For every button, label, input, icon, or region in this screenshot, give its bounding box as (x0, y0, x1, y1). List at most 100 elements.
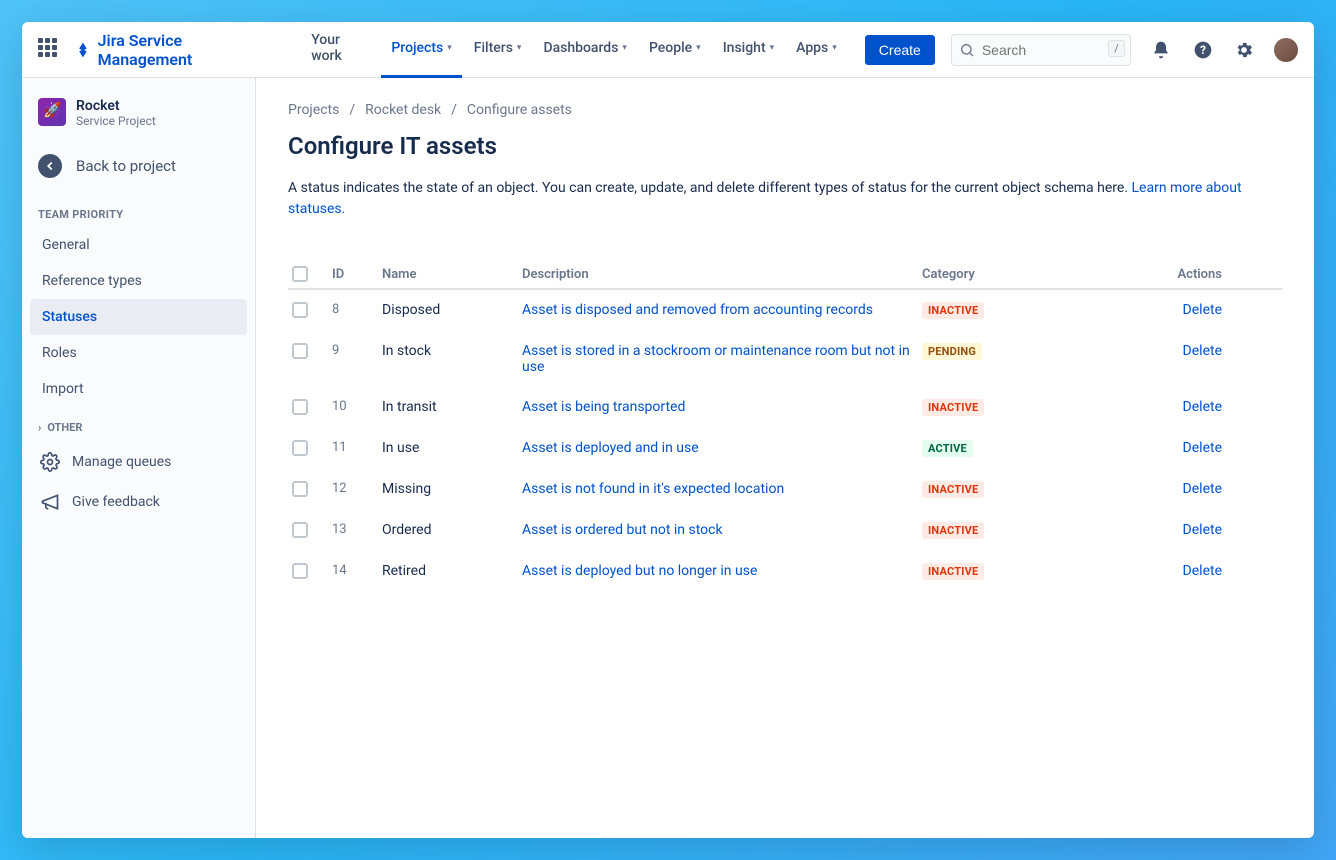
sidebar-item-import[interactable]: Import (30, 371, 247, 407)
cell-description[interactable]: Asset is ordered but not in stock (522, 522, 922, 538)
cell-id: 11 (332, 440, 382, 455)
avatar[interactable] (1274, 38, 1298, 62)
page-description: A status indicates the state of an objec… (288, 178, 1282, 220)
help-icon[interactable]: ? (1191, 38, 1215, 62)
breadcrumb-item[interactable]: Configure assets (467, 102, 572, 118)
app-window: Jira Service Management Your workProject… (22, 22, 1314, 838)
body: Rocket Service Project Back to project T… (22, 78, 1314, 838)
status-badge: INACTIVE (922, 563, 984, 580)
search-input[interactable] (951, 34, 1131, 66)
nav-insight[interactable]: Insight▾ (713, 22, 784, 78)
sidebar-section-team-priority: TEAM PRIORITY (30, 196, 247, 227)
table-row: 9In stockAsset is stored in a stockroom … (288, 331, 1282, 387)
row-checkbox[interactable] (292, 343, 308, 359)
jira-icon (74, 41, 92, 59)
sidebar-item-reference-types[interactable]: Reference types (30, 263, 247, 299)
table-row: 10In transitAsset is being transportedIN… (288, 387, 1282, 428)
chevron-right-icon: › (38, 421, 41, 434)
row-checkbox[interactable] (292, 399, 308, 415)
manage-queues[interactable]: Manage queues (30, 442, 247, 482)
col-name: Name (382, 267, 522, 282)
status-badge: INACTIVE (922, 481, 984, 498)
nav-people[interactable]: People▾ (639, 22, 711, 78)
page-title: Configure IT assets (288, 132, 1282, 160)
cell-name: In use (382, 440, 522, 456)
sidebar-item-statuses[interactable]: Statuses (30, 299, 247, 335)
cell-description[interactable]: Asset is deployed but no longer in use (522, 563, 922, 579)
cell-description[interactable]: Asset is deployed and in use (522, 440, 922, 456)
table-header: ID Name Description Category Actions (288, 260, 1282, 290)
sidebar-section-other[interactable]: › OTHER (30, 407, 247, 442)
topbar: Jira Service Management Your workProject… (22, 22, 1314, 78)
cell-name: In stock (382, 343, 522, 359)
row-checkbox[interactable] (292, 302, 308, 318)
app-switcher-icon[interactable] (38, 38, 62, 62)
delete-link[interactable]: Delete (1142, 302, 1222, 318)
delete-link[interactable]: Delete (1142, 399, 1222, 415)
cell-id: 14 (332, 563, 382, 578)
cell-name: Missing (382, 481, 522, 497)
search-icon (959, 42, 975, 62)
nav-apps[interactable]: Apps▾ (786, 22, 847, 78)
project-name: Rocket (76, 98, 156, 114)
table-row: 12MissingAsset is not found in it's expe… (288, 469, 1282, 510)
status-badge: PENDING (922, 343, 982, 360)
status-badge: INACTIVE (922, 399, 984, 416)
create-button[interactable]: Create (865, 35, 935, 65)
statuses-table: ID Name Description Category Actions 8Di… (288, 260, 1282, 592)
other-label: OTHER (47, 421, 82, 434)
cell-description[interactable]: Asset is disposed and removed from accou… (522, 302, 922, 318)
delete-link[interactable]: Delete (1142, 343, 1222, 359)
select-all-checkbox[interactable] (292, 266, 308, 282)
sidebar-item-roles[interactable]: Roles (30, 335, 247, 371)
nav-your-work[interactable]: Your work (301, 22, 379, 78)
sidebar-item-general[interactable]: General (30, 227, 247, 263)
delete-link[interactable]: Delete (1142, 522, 1222, 538)
project-header: Rocket Service Project (30, 98, 247, 144)
back-label: Back to project (76, 157, 176, 175)
cell-name: In transit (382, 399, 522, 415)
table-row: 14RetiredAsset is deployed but no longer… (288, 551, 1282, 592)
delete-link[interactable]: Delete (1142, 563, 1222, 579)
main-content: Projects/Rocket desk/Configure assets Co… (256, 78, 1314, 838)
svg-text:?: ? (1200, 43, 1206, 57)
status-badge: ACTIVE (922, 440, 973, 457)
nav-projects[interactable]: Projects▾ (381, 22, 461, 78)
give-feedback[interactable]: Give feedback (30, 482, 247, 522)
breadcrumb-item[interactable]: Projects (288, 102, 339, 118)
table-row: 11In useAsset is deployed and in useACTI… (288, 428, 1282, 469)
chevron-down-icon: ▾ (517, 43, 522, 53)
project-icon (38, 98, 66, 126)
cell-id: 9 (332, 343, 382, 358)
product-logo[interactable]: Jira Service Management (74, 31, 279, 69)
row-checkbox[interactable] (292, 522, 308, 538)
search-box: / (951, 34, 1131, 66)
chevron-down-icon: ▾ (622, 43, 627, 53)
cell-description[interactable]: Asset is not found in it's expected loca… (522, 481, 922, 497)
chevron-down-icon: ▾ (447, 43, 452, 53)
product-name: Jira Service Management (98, 31, 280, 69)
nav-dashboards[interactable]: Dashboards▾ (533, 22, 636, 78)
cell-id: 13 (332, 522, 382, 537)
row-checkbox[interactable] (292, 440, 308, 456)
nav-filters[interactable]: Filters▾ (464, 22, 532, 78)
cell-name: Ordered (382, 522, 522, 538)
cell-name: Retired (382, 563, 522, 579)
table-row: 8DisposedAsset is disposed and removed f… (288, 290, 1282, 331)
primary-nav: Your workProjects▾Filters▾Dashboards▾Peo… (301, 22, 847, 78)
col-description: Description (522, 267, 922, 282)
notifications-icon[interactable] (1149, 38, 1173, 62)
row-checkbox[interactable] (292, 481, 308, 497)
project-type: Service Project (76, 114, 156, 128)
settings-icon[interactable] (1232, 38, 1256, 62)
delete-link[interactable]: Delete (1142, 481, 1222, 497)
cell-description[interactable]: Asset is stored in a stockroom or mainte… (522, 343, 922, 375)
delete-link[interactable]: Delete (1142, 440, 1222, 456)
back-to-project[interactable]: Back to project (30, 144, 247, 188)
row-checkbox[interactable] (292, 563, 308, 579)
cell-id: 12 (332, 481, 382, 496)
cell-id: 8 (332, 302, 382, 317)
chevron-down-icon: ▾ (832, 43, 837, 53)
breadcrumb-item[interactable]: Rocket desk (365, 102, 441, 118)
cell-description[interactable]: Asset is being transported (522, 399, 922, 415)
